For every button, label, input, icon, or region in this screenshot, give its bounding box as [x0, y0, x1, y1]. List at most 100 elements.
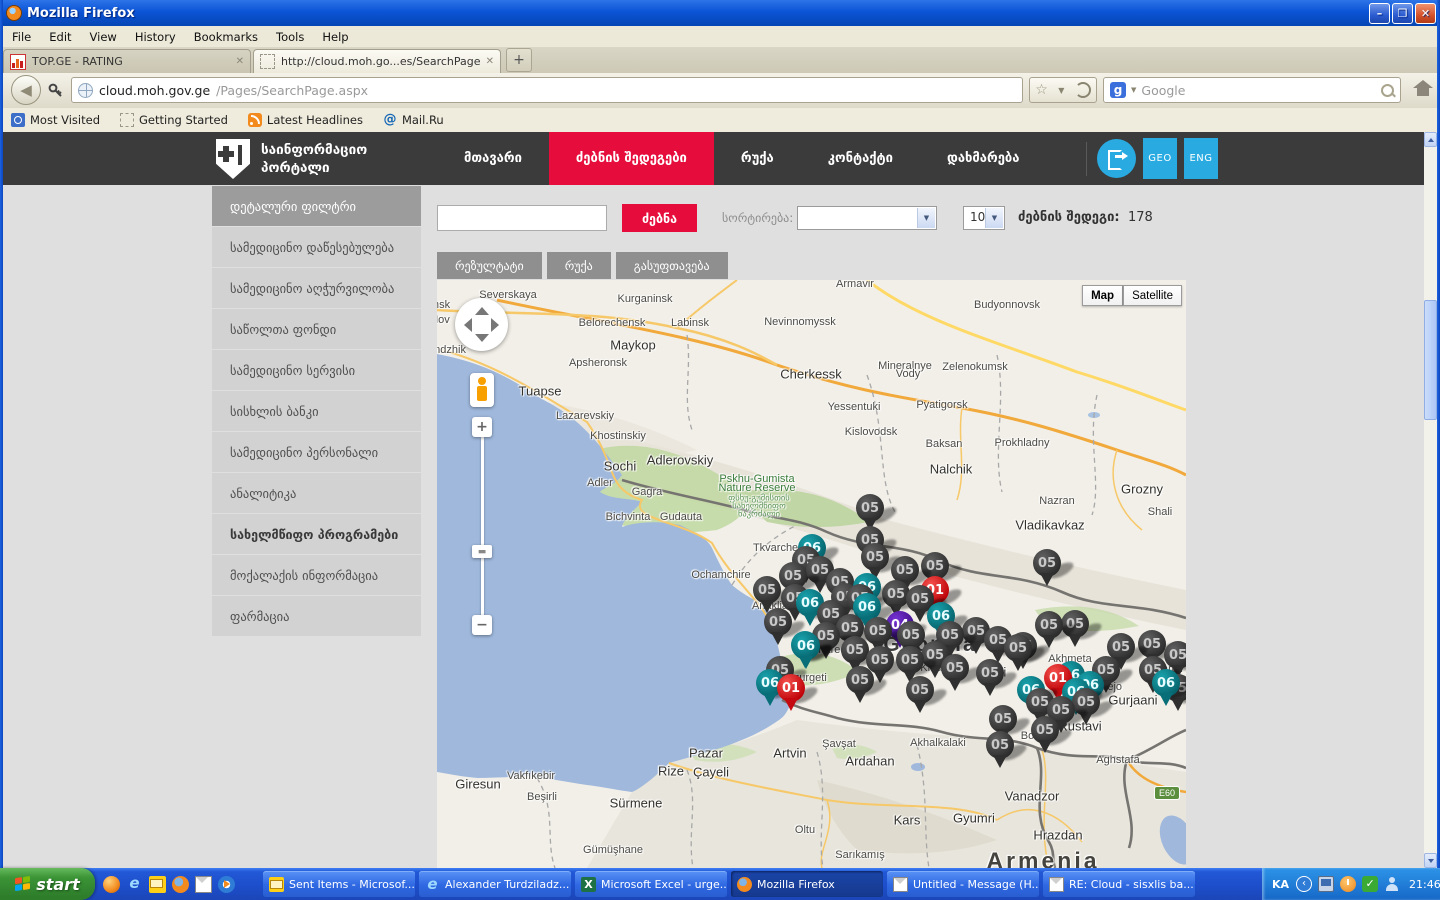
- bookmark-item[interactable]: Getting Started: [120, 113, 228, 127]
- magnifier-icon[interactable]: [1381, 84, 1394, 97]
- pan-right-icon[interactable]: [491, 318, 499, 332]
- url-bar[interactable]: cloud.moh.gov.ge/Pages/SearchPage.aspx: [71, 77, 1023, 103]
- sidebar-item[interactable]: სამედიცინო პერსონალი: [212, 432, 421, 472]
- zoom-slider-track[interactable]: [481, 437, 484, 625]
- pan-down-icon[interactable]: [475, 334, 489, 342]
- map-marker[interactable]: 05: [845, 666, 875, 706]
- sidebar-item[interactable]: საწოლთა ფონდი: [212, 309, 421, 349]
- menu-file[interactable]: File: [3, 28, 40, 46]
- start-button[interactable]: start: [0, 868, 95, 900]
- taskbar-button[interactable]: Mozilla Firefox: [731, 871, 883, 897]
- chevron-down-icon[interactable]: ▼: [1058, 86, 1064, 95]
- map-marker[interactable]: 06: [1151, 669, 1181, 709]
- menu-view[interactable]: View: [81, 28, 126, 46]
- taskbar-button[interactable]: Untitled - Message (H...: [887, 871, 1039, 897]
- select-arrow-icon[interactable]: ▼: [917, 208, 935, 228]
- map-type-map-button[interactable]: Map: [1082, 285, 1123, 306]
- sidebar-item[interactable]: სამედიცინო დაწესებულება: [212, 227, 421, 267]
- hide-chevron-icon[interactable]: ‹: [1296, 876, 1312, 892]
- taskbar-button[interactable]: Sent Items - Microsof...: [263, 871, 415, 897]
- bookmark-item[interactable]: Most Visited: [11, 113, 100, 127]
- sidebar-item[interactable]: სამედიცინო სერვისი: [212, 350, 421, 390]
- site-nav-item[interactable]: ძებნის შედეგები: [549, 132, 714, 185]
- tab-topge[interactable]: TOP.GE - RATING ✕: [3, 49, 251, 73]
- window-titlebar[interactable]: Mozilla Firefox – ❐ ✕: [0, 0, 1440, 26]
- keyboard-layout-indicator[interactable]: KA: [1272, 878, 1289, 891]
- map-marker[interactable]: 05: [1030, 716, 1060, 756]
- minimize-button[interactable]: –: [1369, 3, 1390, 24]
- map-marker[interactable]: 05: [1032, 549, 1062, 589]
- map-marker[interactable]: 05: [975, 659, 1005, 699]
- sidebar-item[interactable]: მოქალაქის ინფორმაცია: [212, 555, 421, 595]
- sidebar-header[interactable]: დეტალური ფილტრი: [212, 186, 421, 226]
- search-input[interactable]: [437, 205, 607, 231]
- street-view-pegman-icon[interactable]: [470, 373, 494, 407]
- map-marker[interactable]: 05: [763, 608, 793, 648]
- view-tab[interactable]: გასუფთავება: [616, 252, 728, 279]
- media-player-icon[interactable]: [218, 876, 235, 893]
- scroll-down-button[interactable]: [1424, 853, 1437, 868]
- taskbar-button[interactable]: eAlexander Turdziladz...: [419, 871, 571, 897]
- sort-select[interactable]: ▼: [797, 206, 937, 230]
- site-nav-item[interactable]: რუქა: [714, 132, 801, 185]
- sidebar-item[interactable]: სამედიცინო აღჭურვილობა: [212, 268, 421, 308]
- map-marker[interactable]: 06: [791, 632, 821, 672]
- zoom-in-button[interactable]: +: [472, 417, 492, 437]
- map-marker[interactable]: 01: [776, 674, 806, 714]
- pan-up-icon[interactable]: [475, 307, 489, 315]
- tab-close-icon[interactable]: ✕: [236, 56, 244, 67]
- map-marker[interactable]: 05: [905, 676, 935, 716]
- lang-geo-button[interactable]: GEO: [1143, 138, 1177, 179]
- view-tab[interactable]: რუქა: [547, 252, 611, 279]
- home-button[interactable]: [1413, 80, 1433, 98]
- sidebar-item[interactable]: ანალიტიკა: [212, 473, 421, 513]
- scrollbar-thumb[interactable]: [1424, 300, 1437, 420]
- menu-bookmarks[interactable]: Bookmarks: [185, 28, 267, 46]
- vertical-scrollbar[interactable]: [1424, 132, 1437, 868]
- sidebar-item[interactable]: სახელმწიფო პროგრამები: [212, 514, 421, 554]
- site-nav-item[interactable]: დახმარება: [920, 132, 1046, 185]
- bookmark-item[interactable]: Latest Headlines: [248, 113, 363, 127]
- lang-eng-button[interactable]: ENG: [1184, 138, 1218, 179]
- page-size-select[interactable]: 10▼: [963, 206, 1005, 230]
- tab-searchpage[interactable]: http://cloud.moh.go...es/SearchPage.aspx…: [253, 49, 501, 73]
- back-button[interactable]: ◀: [11, 75, 41, 105]
- map-marker[interactable]: 05: [985, 731, 1015, 771]
- restore-button[interactable]: ❐: [1392, 3, 1413, 24]
- bookmark-star-icon[interactable]: ☆: [1035, 82, 1048, 98]
- launcher-orange-icon[interactable]: [103, 876, 120, 893]
- display-icon[interactable]: [1318, 876, 1334, 892]
- search-button[interactable]: ძებნა: [622, 204, 697, 232]
- search-engine-box[interactable]: g ▼ Google: [1103, 77, 1401, 103]
- internet-explorer-icon[interactable]: e: [126, 876, 143, 893]
- new-tab-button[interactable]: +: [506, 48, 532, 72]
- firefox-icon[interactable]: [172, 876, 189, 893]
- reload-icon[interactable]: [1075, 82, 1091, 98]
- map-marker[interactable]: 05: [940, 654, 970, 694]
- outlook-express-icon[interactable]: [195, 876, 212, 893]
- map-type-satellite-button[interactable]: Satellite: [1123, 285, 1182, 306]
- sidebar-item[interactable]: ფარმაცია: [212, 596, 421, 636]
- map-marker[interactable]: 05: [1003, 634, 1033, 674]
- logout-icon[interactable]: [1097, 139, 1136, 178]
- antivirus-check-icon[interactable]: ✓: [1362, 876, 1378, 892]
- outlook-icon[interactable]: [149, 876, 166, 893]
- menu-tools[interactable]: Tools: [267, 28, 313, 46]
- close-button[interactable]: ✕: [1415, 3, 1436, 24]
- bookmark-item[interactable]: @Mail.Ru: [383, 113, 444, 127]
- search-engine-chevron-icon[interactable]: ▼: [1131, 86, 1136, 94]
- pan-left-icon[interactable]: [464, 318, 472, 332]
- map-canvas[interactable]: mskNovendzhikSeverskayaKurganinskArmavir…: [437, 280, 1186, 868]
- view-tab[interactable]: რეზულტატი: [437, 252, 542, 279]
- taskbar-button[interactable]: RE: Cloud - sisxlis ba...: [1043, 871, 1195, 897]
- site-nav-item[interactable]: მთავარი: [437, 132, 549, 185]
- scroll-up-button[interactable]: [1424, 132, 1437, 147]
- zoom-slider-handle[interactable]: ▬: [472, 545, 492, 558]
- select-arrow-icon[interactable]: ▼: [985, 208, 1003, 228]
- tab-close-icon[interactable]: ✕: [486, 56, 494, 67]
- taskbar-button[interactable]: XMicrosoft Excel - urge...: [575, 871, 727, 897]
- map-pan-control[interactable]: [455, 298, 508, 351]
- menu-help[interactable]: Help: [313, 28, 357, 46]
- menu-history[interactable]: History: [126, 28, 185, 46]
- map-marker[interactable]: 05: [1034, 611, 1064, 651]
